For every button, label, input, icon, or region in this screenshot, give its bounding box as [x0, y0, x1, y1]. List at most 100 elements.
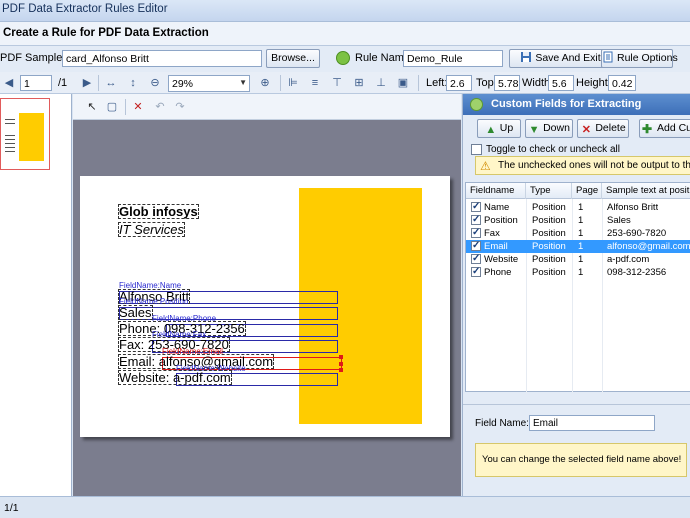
page-total: /1 — [58, 77, 68, 89]
column-header-type[interactable]: Type — [526, 183, 572, 199]
row-checkbox[interactable] — [471, 239, 481, 252]
column-header-page[interactable]: Page — [572, 183, 602, 199]
same-size-icon[interactable]: ▣ — [396, 76, 410, 90]
toggle-all-checkbox[interactable] — [471, 144, 482, 155]
align-middle-icon[interactable]: ⊞ — [352, 76, 366, 90]
toggle-all-label: Toggle to check or uncheck all — [486, 144, 620, 155]
card-yellow-block — [299, 188, 422, 424]
title-bar: PDF Data Extractor Rules Editor — [0, 0, 690, 22]
panel-header: Custom Fields for Extracting — [463, 94, 690, 115]
save-and-exit-button[interactable]: Save And Exit — [509, 49, 612, 68]
thumbnail-yellow-block — [19, 113, 44, 161]
resize-handle[interactable] — [339, 362, 343, 366]
row-checkbox[interactable] — [471, 200, 481, 213]
table-row[interactable]: Website Position 1 a-pdf.com — [466, 252, 690, 266]
row-fieldname: Website — [484, 254, 519, 265]
arrow-up-icon: ▲ — [485, 124, 497, 136]
row-sample: Alfonso Britt — [607, 202, 659, 213]
card-position: Sales — [118, 305, 153, 320]
left-label: Left: — [426, 77, 448, 89]
viewer-toolbar: ↖ ▢ ✕ ↶ ↷ — [73, 94, 461, 120]
rule-name-input[interactable]: Demo_Rule — [403, 50, 503, 67]
next-page-icon[interactable]: ▶ — [80, 76, 94, 90]
pointer-icon[interactable]: ↖ — [85, 100, 99, 114]
warning-text: The unchecked ones will not be output to… — [498, 160, 690, 171]
left-input[interactable]: 2.6 — [446, 75, 472, 91]
zoom-out-icon[interactable]: ⊖ — [148, 76, 162, 90]
thumbnail-panel — [0, 94, 72, 496]
prev-page-icon[interactable]: ◀ — [2, 76, 16, 90]
row-sample: alfonso@gmail.com — [607, 241, 690, 252]
row-checkbox[interactable] — [471, 265, 481, 278]
row-fieldname: Name — [484, 202, 510, 213]
row-type: Position — [532, 241, 566, 252]
table-row[interactable]: Phone Position 1 098-312-2356 — [466, 265, 690, 279]
row-page: 1 — [578, 215, 584, 226]
card-tagline: IT Services — [117, 222, 186, 237]
delete-field-icon[interactable]: ✕ — [131, 100, 145, 114]
align-top-icon[interactable]: ⊤ — [330, 76, 344, 90]
warning-banner: ⚠ The unchecked ones will not be output … — [475, 156, 690, 175]
pdf-page: Glob infosys IT Services FieldName:Name … — [80, 176, 450, 437]
row-fieldname: Fax — [484, 228, 500, 239]
align-center-icon[interactable]: ≡ — [308, 76, 322, 90]
pdf-sample-input[interactable]: card_Alfonso Britt — [62, 50, 262, 67]
zoom-value: 29% — [172, 78, 194, 90]
status-page: 1/1 — [4, 502, 19, 514]
redo-icon[interactable]: ↷ — [173, 100, 187, 114]
fit-width-icon[interactable]: ↔ — [104, 76, 118, 90]
height-label: Height: — [576, 77, 611, 89]
divider — [98, 75, 99, 91]
thumbnail-line — [5, 123, 15, 124]
page-thumbnail[interactable] — [0, 98, 50, 170]
row-checkbox[interactable] — [471, 213, 481, 226]
align-bottom-icon[interactable]: ⊥ — [374, 76, 388, 90]
height-input[interactable]: 0.42 — [608, 75, 636, 91]
align-left-icon[interactable]: ⊫ — [286, 76, 300, 90]
fields-icon — [470, 98, 483, 111]
resize-handle[interactable] — [339, 355, 343, 359]
divider — [125, 99, 126, 115]
arrow-down-icon: ▼ — [528, 124, 540, 136]
fit-page-icon[interactable]: ↕ — [126, 76, 140, 90]
row-type: Position — [532, 254, 566, 265]
row-page: 1 — [578, 254, 584, 265]
browse-button[interactable]: Browse... — [266, 49, 320, 68]
resize-handle[interactable] — [339, 368, 343, 372]
up-label: Up — [499, 122, 514, 134]
undo-icon[interactable]: ↶ — [153, 100, 167, 114]
divider — [280, 75, 281, 91]
zoom-in-icon[interactable]: ⊕ — [258, 76, 272, 90]
up-button[interactable]: ▲ Up — [477, 119, 521, 138]
position-toolbar: ◀ 1 /1 ▶ ↔ ↕ ⊖ 29% ▼ ⊕ ⊫ ≡ ⊤ ⊞ ⊥ ▣ Left: … — [0, 72, 690, 94]
down-button[interactable]: ▼ Down — [525, 119, 573, 138]
fields-table: Fieldname Type Page Sample text at posit… — [465, 182, 690, 393]
row-type: Position — [532, 215, 566, 226]
rule-options-button[interactable]: Rule Options — [601, 49, 678, 68]
table-row-selected[interactable]: Email Position 1 alfonso@gmail.com — [466, 239, 690, 253]
add-custom-field-label: Add Custom Field — [657, 122, 690, 134]
row-checkbox[interactable] — [471, 226, 481, 239]
row-type: Position — [532, 202, 566, 213]
width-input[interactable]: 5.6 — [548, 75, 574, 91]
window-title: PDF Data Extractor Rules Editor — [2, 3, 168, 15]
add-custom-field-button[interactable]: ✚ Add Custom Field — [639, 119, 690, 138]
top-input[interactable]: 5.78 — [494, 75, 520, 91]
table-row[interactable]: Name Position 1 Alfonso Britt — [466, 200, 690, 214]
row-checkbox[interactable] — [471, 252, 481, 265]
new-field-icon[interactable]: ▢ — [105, 100, 119, 114]
table-row[interactable]: Fax Position 1 253-690-7820 — [466, 226, 690, 240]
column-header-sample[interactable]: Sample text at position — [602, 183, 690, 199]
row-sample: Sales — [607, 215, 631, 226]
delete-button[interactable]: ✕ Delete — [577, 119, 629, 138]
field-name-input[interactable]: Email — [529, 415, 655, 431]
thumbnail-line — [5, 147, 15, 148]
row-page: 1 — [578, 202, 584, 213]
card-website: Website: a-pdf.com — [118, 370, 232, 385]
page-number-input[interactable]: 1 — [20, 75, 52, 91]
thumbnail-line — [5, 139, 15, 140]
zoom-select[interactable]: 29% ▼ — [168, 75, 250, 92]
delete-label: Delete — [595, 122, 626, 134]
column-header-fieldname[interactable]: Fieldname — [466, 183, 526, 199]
table-row[interactable]: Position Position 1 Sales — [466, 213, 690, 227]
